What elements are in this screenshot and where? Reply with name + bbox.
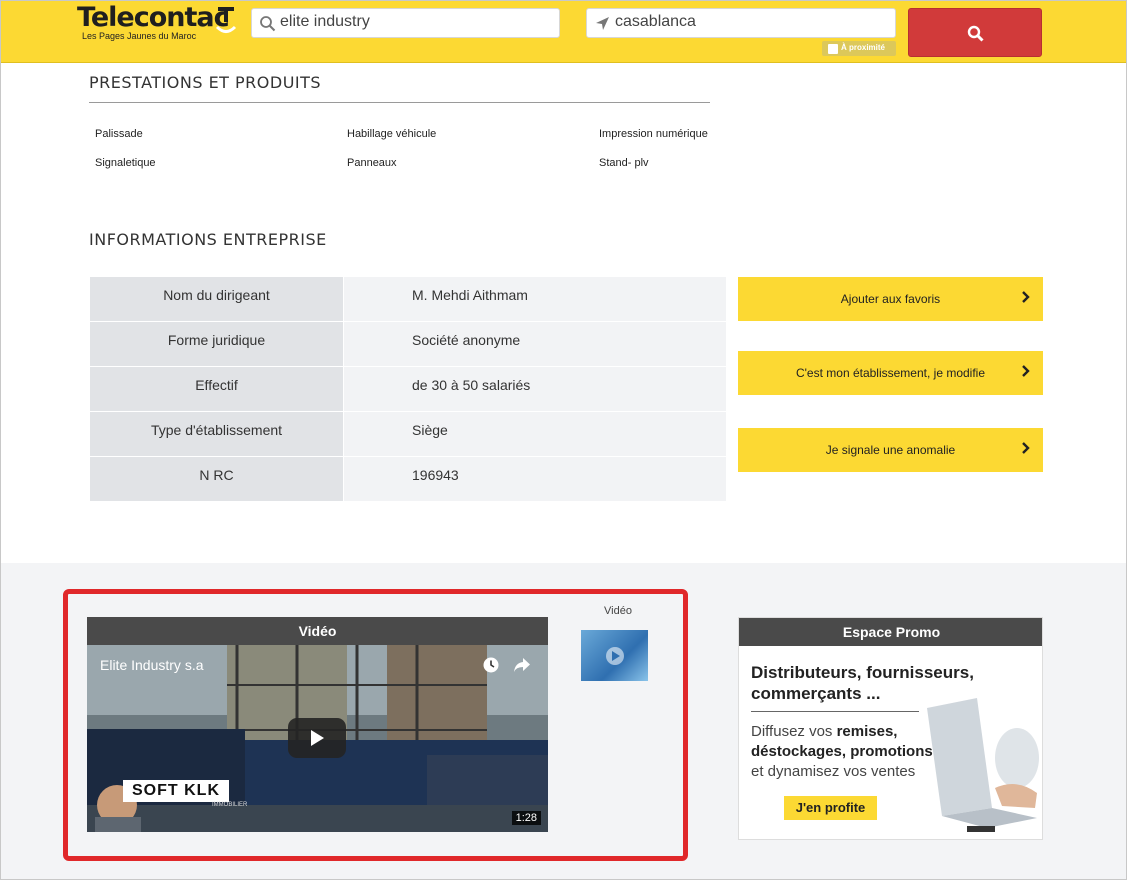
report-anomaly-label: Je signale une anomalie [825, 443, 956, 457]
video-header: Vidéo [87, 617, 548, 645]
table-row: Type d'établissement Siège [90, 412, 726, 456]
claim-business-button[interactable]: C'est mon établissement, je modifie [738, 351, 1043, 395]
info-label: Nom du dirigeant [90, 277, 343, 321]
logo-text: Telecontac [77, 2, 230, 33]
search-icon [260, 16, 276, 32]
info-label: N RC [90, 457, 343, 501]
chevron-right-icon [1022, 365, 1030, 377]
promo-banner[interactable]: Espace Promo Distributeurs, fournisseurs… [738, 617, 1043, 840]
report-anomaly-button[interactable]: Je signale une anomalie [738, 428, 1043, 472]
search-button[interactable] [908, 8, 1042, 57]
video-thumbnail-play-icon [606, 647, 624, 665]
video-frame[interactable]: SOFT KLK IMMOBILIER Elite Industry s.a 1… [87, 645, 548, 832]
where-search-input[interactable]: casablanca [586, 8, 896, 38]
logo-mark-icon [215, 7, 237, 33]
brand-panel: SOFT KLK [123, 780, 229, 802]
info-value: Siège [344, 412, 726, 456]
what-search-value: elite industry [280, 13, 370, 30]
site-logo[interactable]: Telecontac Les Pages Jaunes du Maroc [77, 3, 237, 47]
info-value: de 30 à 50 salariés [344, 367, 726, 411]
info-value: M. Mehdi Aithmam [344, 277, 726, 321]
promo-headline: Distributeurs, fournisseurs, commerçants… [751, 663, 974, 703]
proximity-label: À proximité [841, 43, 886, 52]
claim-business-label: C'est mon établissement, je modifie [795, 366, 986, 380]
where-search-value: casablanca [615, 13, 696, 30]
share-icon[interactable] [513, 657, 531, 673]
video-player[interactable]: Vidéo SOFT KLK IMMOBILIER Elite Industry… [87, 617, 548, 832]
play-button[interactable] [288, 718, 346, 758]
product-item: Signaletique [95, 157, 156, 169]
video-thumbnail-label: Vidéo [604, 605, 632, 617]
promo-body-bold: remises, [836, 723, 898, 740]
info-value: Société anonyme [344, 322, 726, 366]
section-divider [89, 102, 710, 103]
video-thumbnail[interactable] [581, 630, 648, 681]
products-title: PRESTATIONS ET PRODUITS [89, 73, 322, 92]
info-label: Type d'établissement [90, 412, 343, 456]
product-item: Stand- plv [599, 157, 649, 169]
info-label: Effectif [90, 367, 343, 411]
brand-watermark: SOFT KLK [132, 782, 220, 799]
product-item: Impression numérique [599, 128, 708, 140]
proximity-toggle[interactable]: À proximité [822, 41, 896, 56]
promo-divider [751, 711, 919, 712]
product-item: Panneaux [347, 157, 397, 169]
what-search-input[interactable]: elite industry [251, 8, 560, 38]
promo-body: Diffusez vos remises, déstockages, promo… [751, 722, 951, 782]
proximity-checkbox[interactable] [828, 44, 838, 54]
top-bar: Telecontac Les Pages Jaunes du Maroc eli… [1, 1, 1126, 63]
location-arrow-icon [596, 17, 609, 30]
video-title[interactable]: Elite Industry s.a [100, 657, 204, 673]
logo-subtitle: Les Pages Jaunes du Maroc [82, 31, 197, 41]
chevron-right-icon [1022, 442, 1030, 454]
page: Telecontac Les Pages Jaunes du Maroc eli… [0, 0, 1127, 880]
table-row: N RC 196943 [90, 457, 726, 501]
table-row: Forme juridique Société anonyme [90, 322, 726, 366]
chevron-right-icon [1022, 291, 1030, 303]
product-item: Habillage véhicule [347, 128, 437, 140]
promo-cta-button[interactable]: J'en profite [784, 796, 877, 820]
promo-body-bold: déstockages, promotions [751, 743, 933, 760]
info-label: Forme juridique [90, 322, 343, 366]
promo-header: Espace Promo [739, 618, 1042, 646]
brand-watermark-sub: IMMOBILIER [212, 802, 248, 808]
promo-body-text: Diffusez vos [751, 723, 837, 740]
add-to-favorites-label: Ajouter aux favoris [840, 292, 941, 306]
info-value: 196943 [344, 457, 726, 501]
promo-body-text: et dynamisez vos ventes [751, 763, 916, 780]
product-item: Palissade [95, 128, 143, 140]
table-row: Nom du dirigeant M. Mehdi Aithmam [90, 277, 726, 321]
video-duration: 1:28 [511, 811, 541, 825]
add-to-favorites-button[interactable]: Ajouter aux favoris [738, 277, 1043, 321]
clock-icon[interactable] [483, 657, 499, 673]
search-icon [967, 25, 984, 42]
play-icon [311, 730, 324, 746]
table-row: Effectif de 30 à 50 salariés [90, 367, 726, 411]
company-info-title: INFORMATIONS ENTREPRISE [89, 230, 327, 249]
